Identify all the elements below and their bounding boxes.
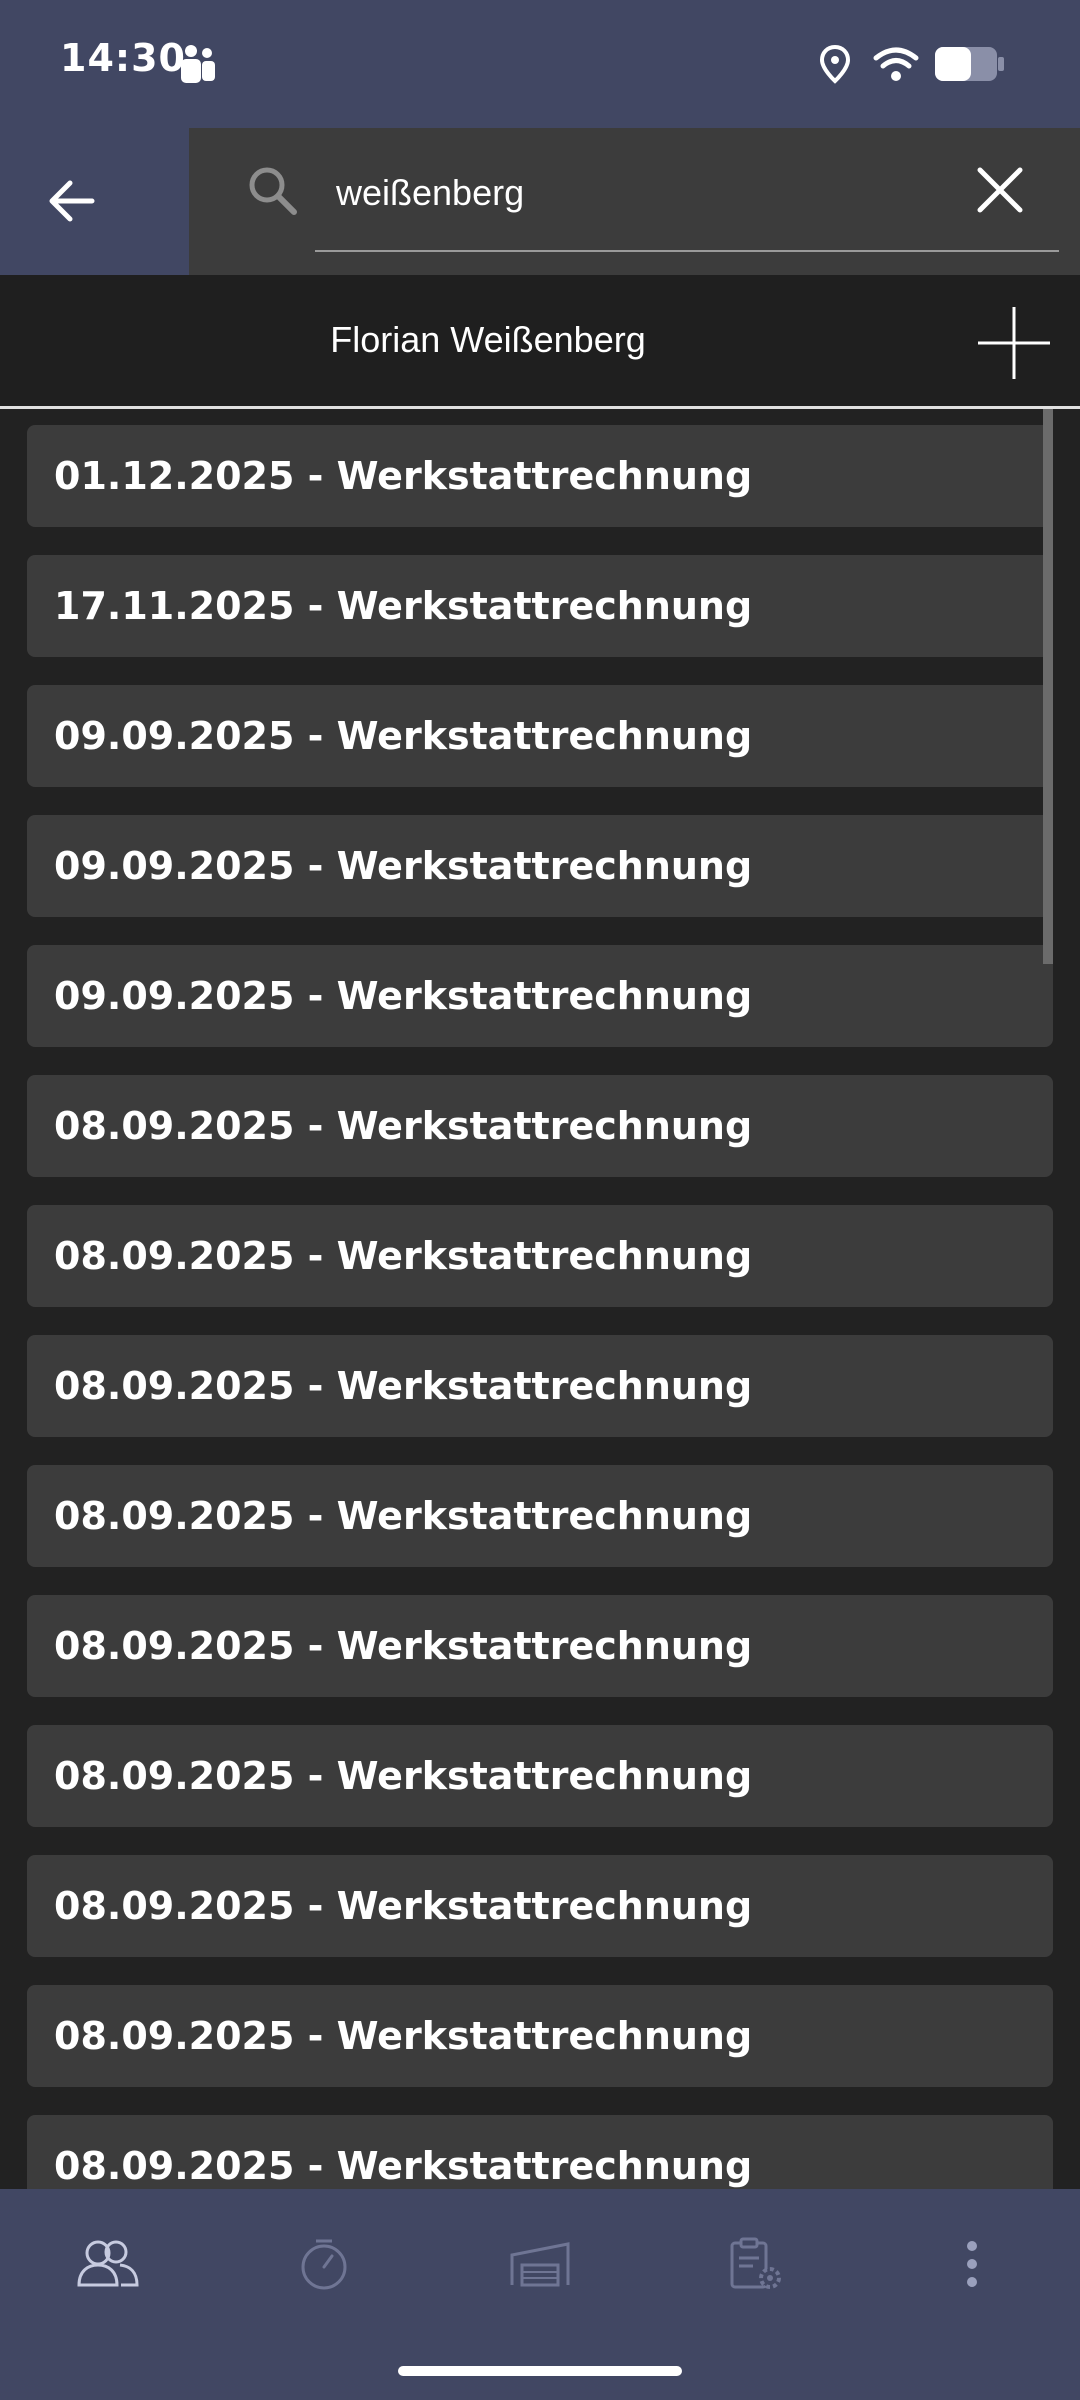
search-icon xyxy=(249,167,297,215)
home-indicator[interactable] xyxy=(398,2366,682,2376)
invoice-list-item[interactable]: 01.12.2025 - Werkstattrechnung xyxy=(27,425,1053,527)
invoice-label: 08.09.2025 - Werkstattrechnung xyxy=(54,2144,753,2188)
status-time: 14:30 xyxy=(60,36,186,80)
invoice-label: 08.09.2025 - Werkstattrechnung xyxy=(54,1494,753,1538)
invoice-list-item[interactable]: 08.09.2025 - Werkstattrechnung xyxy=(27,1595,1053,1697)
customer-name: Florian Weißenberg xyxy=(330,319,646,360)
invoice-label: 08.09.2025 - Werkstattrechnung xyxy=(54,1754,753,1798)
garage-icon xyxy=(510,2242,570,2287)
invoice-list-item[interactable]: 09.09.2025 - Werkstattrechnung xyxy=(27,945,1053,1047)
search-input[interactable] xyxy=(336,160,936,226)
status-bar: 14:30 xyxy=(0,0,1080,128)
search-underline xyxy=(315,250,1059,252)
invoice-label: 08.09.2025 - Werkstattrechnung xyxy=(54,1104,753,1148)
nav-more[interactable] xyxy=(864,2189,1080,2339)
back-button[interactable] xyxy=(0,128,189,275)
invoice-list-item[interactable]: 17.11.2025 - Werkstattrechnung xyxy=(27,555,1053,657)
teams-icon xyxy=(181,45,215,83)
nav-timer[interactable] xyxy=(216,2189,432,2339)
invoice-list: 01.12.2025 - Werkstattrechnung 17.11.2025… xyxy=(0,409,1080,2189)
invoice-list-item[interactable]: 08.09.2025 - Werkstattrechnung xyxy=(27,1985,1053,2087)
back-arrow-icon xyxy=(49,180,95,222)
invoice-label: 09.09.2025 - Werkstattrechnung xyxy=(54,844,753,888)
customer-header: Florian Weißenberg xyxy=(0,275,1080,409)
customers-icon xyxy=(77,2240,139,2287)
invoice-list-item[interactable]: 08.09.2025 - Werkstattrechnung xyxy=(27,1075,1053,1177)
plus-icon[interactable] xyxy=(976,305,1052,381)
invoice-list-item[interactable]: 08.09.2025 - Werkstattrechnung xyxy=(27,1335,1053,1437)
close-icon[interactable] xyxy=(976,166,1024,214)
invoice-label: 08.09.2025 - Werkstattrechnung xyxy=(54,1364,753,1408)
invoice-list-item[interactable]: 08.09.2025 - Werkstattrechnung xyxy=(27,1725,1053,1827)
invoice-list-item[interactable]: 08.09.2025 - Werkstattrechnung xyxy=(27,1205,1053,1307)
invoice-label: 08.09.2025 - Werkstattrechnung xyxy=(54,2014,753,2058)
scrollbar[interactable] xyxy=(1043,409,1053,964)
invoice-label: 08.09.2025 - Werkstattrechnung xyxy=(54,1624,753,1668)
invoice-label: 09.09.2025 - Werkstattrechnung xyxy=(54,714,753,758)
invoice-label: 09.09.2025 - Werkstattrechnung xyxy=(54,974,753,1018)
invoice-list-item[interactable]: 08.09.2025 - Werkstattrechnung xyxy=(27,1465,1053,1567)
invoice-list-item[interactable]: 09.09.2025 - Werkstattrechnung xyxy=(27,815,1053,917)
clipboard-settings-icon xyxy=(730,2237,781,2289)
wifi-icon xyxy=(873,47,919,81)
invoice-list-item[interactable]: 08.09.2025 - Werkstattrechnung xyxy=(27,1855,1053,1957)
more-vertical-icon xyxy=(967,2241,977,2287)
invoice-label: 08.09.2025 - Werkstattrechnung xyxy=(54,1234,753,1278)
nav-orders[interactable] xyxy=(648,2189,864,2339)
invoice-list-item[interactable]: 08.09.2025 - Werkstattrechnung xyxy=(27,2115,1053,2189)
invoice-label: 08.09.2025 - Werkstattrechnung xyxy=(54,1884,753,1928)
invoice-label: 17.11.2025 - Werkstattrechnung xyxy=(54,584,753,628)
timer-icon xyxy=(301,2239,347,2290)
invoice-label: 01.12.2025 - Werkstattrechnung xyxy=(54,454,753,498)
nav-garage[interactable] xyxy=(432,2189,648,2339)
battery-icon xyxy=(935,47,1004,81)
invoice-list-item[interactable]: 09.09.2025 - Werkstattrechnung xyxy=(27,685,1053,787)
nav-customers[interactable] xyxy=(0,2189,216,2339)
location-icon xyxy=(819,44,851,84)
